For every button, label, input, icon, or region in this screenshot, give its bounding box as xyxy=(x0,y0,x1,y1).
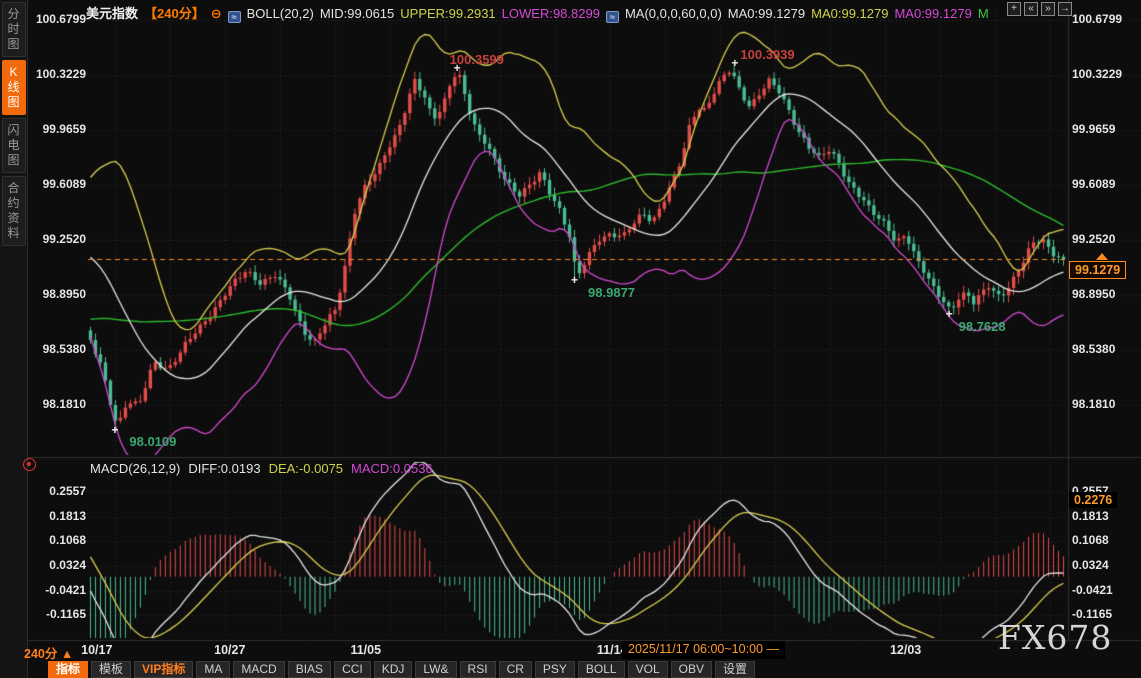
date-label: 10/27 xyxy=(214,643,245,657)
sidebar-item-4[interactable]: 合约资料 xyxy=(2,176,26,246)
extremum-marker-icon: + xyxy=(731,58,738,68)
indicator-header: 美元指数【240分】⊖≈BOLL(20,2)MID:99.0615UPPER:9… xyxy=(86,3,995,19)
macd-axis-label-right: 0.1813 xyxy=(1072,509,1109,523)
date-label: 11/05 xyxy=(350,643,381,657)
toolbar-button-MA[interactable]: MA xyxy=(196,661,230,678)
price-axis-label-left: 98.8950 xyxy=(24,287,86,301)
macd-axis-label-left: 0.0324 xyxy=(24,558,86,572)
toolbar-button-模板[interactable]: 模板 xyxy=(91,661,131,678)
macd-header: MACD(26,12,9) DIFF:0.0193 DEA:-0.0075 MACD:… xyxy=(90,461,441,476)
price-annotation: 100.3939 xyxy=(740,47,794,62)
price-axis-label-right: 99.6089 xyxy=(1072,177,1115,191)
toolbar-button-LW&[interactable]: LW& xyxy=(415,661,456,678)
toolbar-button-OBV[interactable]: OBV xyxy=(671,661,712,678)
price-axis-label-left: 99.2520 xyxy=(24,232,86,246)
price-axis-label-right: 98.1810 xyxy=(1072,397,1115,411)
price-axis-label-left: 100.3229 xyxy=(24,67,86,81)
price-axis-label-right: 98.8950 xyxy=(1072,287,1115,301)
ma0-magenta-value: MA0:99.1279 xyxy=(894,6,971,21)
ma-green-value: M xyxy=(978,6,989,21)
macd-panel-icon[interactable] xyxy=(23,458,36,471)
toolbar-button-BOLL[interactable]: BOLL xyxy=(578,661,625,678)
macd-diff-value: DIFF:0.0193 xyxy=(188,461,260,476)
ma0-yellow-value: MA0:99.1279 xyxy=(811,6,888,21)
price-axis-label-right: 99.9659 xyxy=(1072,122,1115,136)
macd-dea-value: DEA:-0.0075 xyxy=(269,461,343,476)
symbol-name: 美元指数 xyxy=(86,6,138,21)
ma-indicator-icon[interactable]: ≈ xyxy=(606,11,619,23)
price-axis-label-left: 98.1810 xyxy=(24,397,86,411)
price-annotation: 98.9877 xyxy=(588,285,635,300)
watermark: FX678 xyxy=(998,618,1112,657)
price-annotation: 98.7628 xyxy=(959,319,1006,334)
period-label: 【240分】 xyxy=(144,6,205,21)
boll-lower-value: LOWER:98.8299 xyxy=(502,6,600,21)
macd-axis-label-left: -0.1165 xyxy=(24,607,86,621)
axis-expand-icon[interactable]: » xyxy=(1041,2,1055,16)
macd-axis-label-left: -0.0421 xyxy=(24,583,86,597)
date-label: 12/03 xyxy=(890,643,921,657)
toolbar-button-KDJ[interactable]: KDJ xyxy=(374,661,413,678)
macd-macd-value: MACD:0.0536 xyxy=(351,461,433,476)
price-axis-label-right: 100.6799 xyxy=(1072,12,1122,26)
toolbar-button-MACD[interactable]: MACD xyxy=(233,661,284,678)
price-axis-label-left: 100.6799 xyxy=(24,12,86,26)
extremum-marker-icon: + xyxy=(111,425,118,435)
macd-axis-label-left: 0.1813 xyxy=(24,509,86,523)
price-chart-canvas[interactable] xyxy=(0,0,1141,678)
current-price-badge: 99.1279 xyxy=(1069,261,1126,279)
sidebar: 分时图 K线图闪电图合约资料 xyxy=(0,0,28,678)
chart-tools: +«»→ xyxy=(1007,2,1072,16)
shift-right-icon[interactable]: → xyxy=(1058,2,1072,16)
price-axis-label-right: 99.2520 xyxy=(1072,232,1115,246)
price-axis-label-right: 100.3229 xyxy=(1072,67,1122,81)
boll-label: BOLL(20,2) xyxy=(247,6,314,21)
macd-axis-highlight: 0.2276 xyxy=(1069,492,1117,508)
indicator-toolbar: 指标模板VIP指标MAMACDBIASCCIKDJLW&RSICRPSYBOLL… xyxy=(48,661,755,678)
toolbar-button-VIP指标[interactable]: VIP指标 xyxy=(134,661,193,678)
macd-axis-label-right: -0.0421 xyxy=(1072,583,1113,597)
toolbar-button-CR[interactable]: CR xyxy=(499,661,532,678)
toolbar-button-设置[interactable]: 设置 xyxy=(715,661,755,678)
sidebar-item-3[interactable]: 闪电图 xyxy=(2,118,26,173)
toolbar-button-指标[interactable]: 指标 xyxy=(48,661,88,678)
sidebar-item-2[interactable]: K线图 xyxy=(2,60,26,115)
macd-axis-label-left: 0.1068 xyxy=(24,533,86,547)
price-annotation: 98.0109 xyxy=(129,434,176,449)
price-axis-label-left: 99.6089 xyxy=(24,177,86,191)
pan-tool-icon[interactable]: + xyxy=(1007,2,1021,16)
macd-title: MACD(26,12,9) xyxy=(90,461,180,476)
price-axis-label-right: 98.5380 xyxy=(1072,342,1115,356)
timeframe-label[interactable]: 240分 ▲ xyxy=(24,643,73,662)
axis-compress-icon[interactable]: « xyxy=(1024,2,1038,16)
ma0-white-value: MA0:99.1279 xyxy=(728,6,805,21)
trading-app-window: 分时图 K线图闪电图合约资料 美元指数【240分】 ⊖ ≈ BOLL(20,2) MID:… xyxy=(0,0,1141,678)
extremum-marker-icon: + xyxy=(571,275,578,285)
toolbar-button-RSI[interactable]: RSI xyxy=(460,661,496,678)
date-label: 10/17 xyxy=(81,643,112,657)
toolbar-button-CCI[interactable]: CCI xyxy=(334,661,371,678)
boll-upper-value: UPPER:99.2931 xyxy=(400,6,495,21)
macd-axis-label-right: 0.1068 xyxy=(1072,533,1109,547)
sidebar-item-1[interactable]: 分时图 xyxy=(2,2,26,57)
boll-indicator-icon[interactable]: ≈ xyxy=(228,11,241,23)
price-axis-label-left: 99.9659 xyxy=(24,122,86,136)
toolbar-button-VOL[interactable]: VOL xyxy=(628,661,668,678)
boll-mid-value: MID:99.0615 xyxy=(320,6,394,21)
price-badge-arrow-icon xyxy=(1096,253,1108,260)
toolbar-button-PSY[interactable]: PSY xyxy=(535,661,575,678)
time-axis-highlight: 2025/11/17 06:00~10:00 — xyxy=(622,641,785,659)
collapse-icon[interactable]: ⊖ xyxy=(211,6,222,21)
ma-label: MA(0,0,0,60,0,0) xyxy=(625,6,722,21)
macd-axis-label-right: 0.0324 xyxy=(1072,558,1109,572)
macd-axis-label-left: 0.2557 xyxy=(24,484,86,498)
extremum-marker-icon: + xyxy=(946,309,953,319)
price-annotation: 100.3599 xyxy=(450,52,504,67)
toolbar-button-BIAS[interactable]: BIAS xyxy=(288,661,331,678)
price-axis-label-left: 98.5380 xyxy=(24,342,86,356)
time-axis: 240分 ▲ 2025/11/17 06:00~10:00 — 10/17 10/… xyxy=(0,641,1141,660)
